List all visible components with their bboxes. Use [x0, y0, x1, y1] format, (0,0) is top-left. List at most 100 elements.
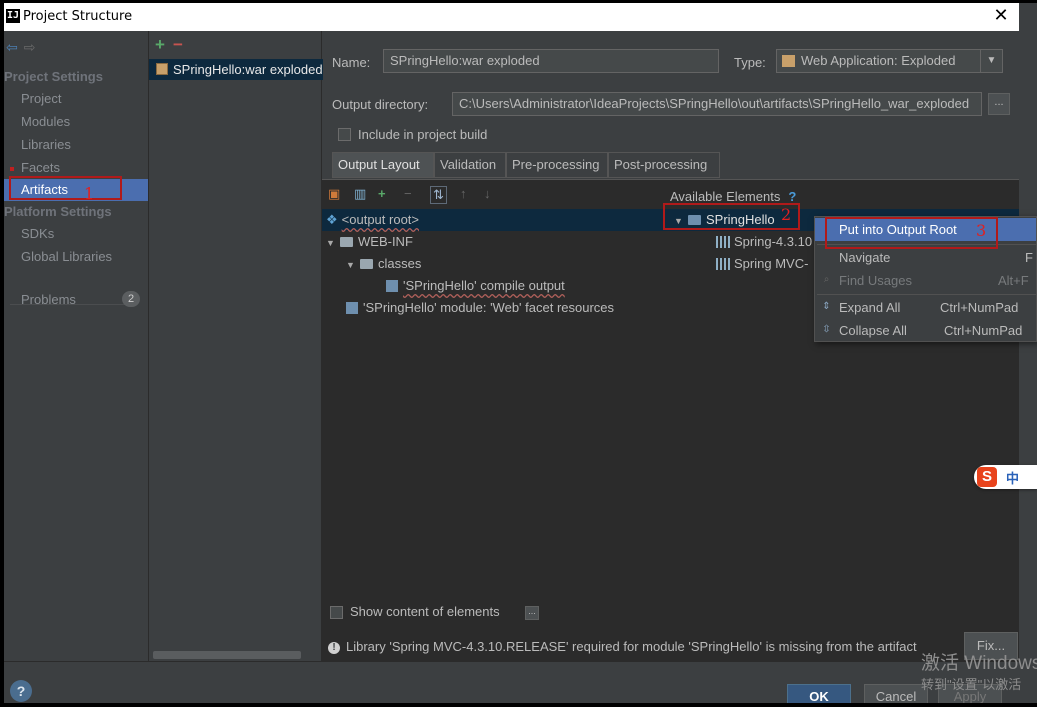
chevron-down-icon[interactable]: ▼	[980, 50, 1002, 72]
remove-element-icon[interactable]: −	[404, 186, 412, 201]
menu-item-label: Navigate	[839, 250, 891, 265]
nav-arrows: ⇦ ⇨	[6, 39, 41, 56]
sogou-logo-icon: S	[977, 467, 997, 487]
dialog-button-bar: ? OK Cancel Apply	[4, 661, 1019, 703]
menu-item-label: Collapse All	[839, 323, 907, 338]
artifact-item-label: SPringHello:war exploded	[173, 62, 323, 77]
menu-item-collapse-all[interactable]: ⇳ Collapse All Ctrl+NumPad	[815, 319, 1036, 341]
include-build-label: Include in project build	[358, 127, 488, 142]
web-inf-label: WEB-INF	[358, 234, 413, 249]
menu-item-shortcut: F	[1025, 250, 1033, 265]
tree-row-facet-resources[interactable]: 'SPringHello' module: 'Web' facet resour…	[346, 297, 614, 319]
artifact-item[interactable]: SPringHello:war exploded	[149, 59, 323, 80]
archive-icon[interactable]: ▥	[354, 186, 366, 202]
web-facet-icon	[346, 302, 358, 314]
available-item-spring[interactable]: Spring-4.3.10	[716, 231, 812, 253]
ime-toolbar[interactable]: S 中	[974, 465, 1037, 489]
menu-item-shortcut: Ctrl+NumPad	[944, 323, 1023, 338]
menu-separator	[817, 294, 1036, 295]
module-output-icon	[386, 280, 398, 292]
output-root-icon: ❖	[326, 212, 338, 227]
show-content-options-button[interactable]: ...	[525, 606, 539, 620]
compile-output-label: 'SPringHello' compile output	[403, 278, 565, 293]
problems-count-badge: 2	[122, 291, 140, 307]
new-directory-icon[interactable]: ▣	[328, 186, 340, 202]
menu-item-label: Expand All	[839, 300, 901, 315]
name-field[interactable]: SPringHello:war exploded	[383, 49, 719, 73]
expand-triangle-icon[interactable]: ▼	[346, 254, 360, 276]
library-icon	[716, 236, 730, 248]
expand-all-icon: ⇕	[822, 301, 831, 312]
sort-icon[interactable]: ⇅	[430, 186, 447, 204]
output-root-label: <output root>	[341, 212, 419, 227]
available-item-spring-mvc[interactable]: Spring MVC-	[716, 253, 808, 275]
available-item-label: Spring MVC-	[734, 256, 809, 271]
menu-item-shortcut: Ctrl+NumPad	[940, 300, 1019, 315]
annotation-box-spinghello	[663, 203, 800, 230]
nav-item-global-libraries[interactable]: Global Libraries	[21, 249, 112, 264]
nav-item-problems[interactable]: Problems	[21, 292, 76, 307]
settings-nav: ⇦ ⇨ Project Settings Project Modules Libr…	[4, 31, 148, 661]
type-select[interactable]: Web Application: Exploded ▼	[776, 49, 1003, 73]
ok-button[interactable]: OK	[787, 684, 851, 703]
menu-item-expand-all[interactable]: ⇕ Expand All Ctrl+NumPad	[815, 296, 1036, 319]
search-icon: ⌕	[823, 274, 830, 285]
annotation-number-3: 3	[976, 221, 987, 240]
title-bar: IJ Project Structure ✕	[4, 3, 1019, 31]
folder-icon	[360, 259, 373, 269]
include-build-checkbox[interactable]	[338, 128, 351, 141]
library-icon	[716, 258, 730, 270]
background-window-strip	[1019, 3, 1037, 703]
output-dir-label: Output directory:	[332, 97, 429, 112]
facet-resources-label: 'SPringHello' module: 'Web' facet resour…	[363, 300, 615, 315]
artifact-toolbar: + −	[155, 35, 183, 55]
nav-item-modules[interactable]: Modules	[21, 114, 70, 129]
close-icon[interactable]: ✕	[991, 5, 1011, 26]
nav-item-facets[interactable]: Facets	[21, 160, 60, 175]
expand-triangle-icon[interactable]: ▼	[326, 232, 340, 254]
help-icon[interactable]: ?	[788, 189, 796, 204]
collapse-all-icon: ⇳	[822, 324, 831, 335]
menu-item-find-usages[interactable]: ⌕ Find Usages Alt+F	[815, 269, 1036, 292]
back-arrow-icon[interactable]: ⇦	[6, 39, 18, 55]
tab-validation[interactable]: Validation	[434, 152, 506, 178]
tab-post-processing[interactable]: Post-processing	[608, 152, 720, 178]
type-select-value: Web Application: Exploded	[801, 53, 956, 68]
web-app-icon	[782, 55, 795, 67]
show-content-checkbox[interactable]	[330, 606, 343, 619]
available-item-label: Spring-4.3.10	[734, 234, 813, 249]
available-elements-header: Available Elements?	[670, 189, 796, 204]
nav-item-project[interactable]: Project	[21, 91, 61, 106]
annotation-number-2: 2	[781, 205, 792, 224]
cancel-button[interactable]: Cancel	[864, 684, 928, 703]
section-platform-settings: Platform Settings	[4, 204, 112, 219]
ime-mode-indicator[interactable]: 中	[1006, 468, 1019, 487]
horizontal-scrollbar[interactable]	[153, 651, 301, 659]
tab-output-layout[interactable]: Output Layout	[332, 152, 434, 178]
nav-item-sdks[interactable]: SDKs	[21, 226, 54, 241]
activation-watermark-subtitle: 转到"设置"以激活	[921, 677, 1022, 692]
browse-button[interactable]: ...	[988, 93, 1010, 115]
move-up-icon[interactable]: ↑	[460, 186, 467, 201]
menu-item-navigate[interactable]: Navigate F	[815, 246, 1036, 269]
artifact-editor: Name: SPringHello:war exploded Type: Web…	[322, 31, 1019, 661]
nav-item-libraries[interactable]: Libraries	[21, 137, 71, 152]
forward-arrow-icon[interactable]: ⇨	[24, 39, 36, 55]
activation-watermark-title: 激活 Windows	[921, 653, 1037, 674]
warning-icon: !	[328, 642, 340, 654]
tab-pre-processing[interactable]: Pre-processing	[506, 152, 608, 178]
add-artifact-icon[interactable]: +	[155, 35, 165, 54]
folder-icon	[340, 237, 353, 247]
remove-artifact-icon[interactable]: −	[173, 35, 183, 54]
add-element-icon[interactable]: +	[378, 186, 386, 201]
menu-item-shortcut: Alt+F	[998, 273, 1029, 288]
section-project-settings: Project Settings	[4, 69, 103, 84]
tree-row-web-inf[interactable]: ▼ WEB-INF	[326, 231, 413, 253]
tree-row-compile-output[interactable]: 'SPringHello' compile output	[386, 275, 565, 297]
help-icon[interactable]: ?	[10, 680, 32, 702]
annotation-dot	[10, 167, 14, 171]
output-dir-field[interactable]: C:\Users\Administrator\IdeaProjects\SPri…	[452, 92, 982, 116]
move-down-icon[interactable]: ↓	[484, 186, 491, 201]
tree-row-classes[interactable]: ▼ classes	[346, 253, 421, 275]
intellij-icon: IJ	[6, 9, 20, 23]
